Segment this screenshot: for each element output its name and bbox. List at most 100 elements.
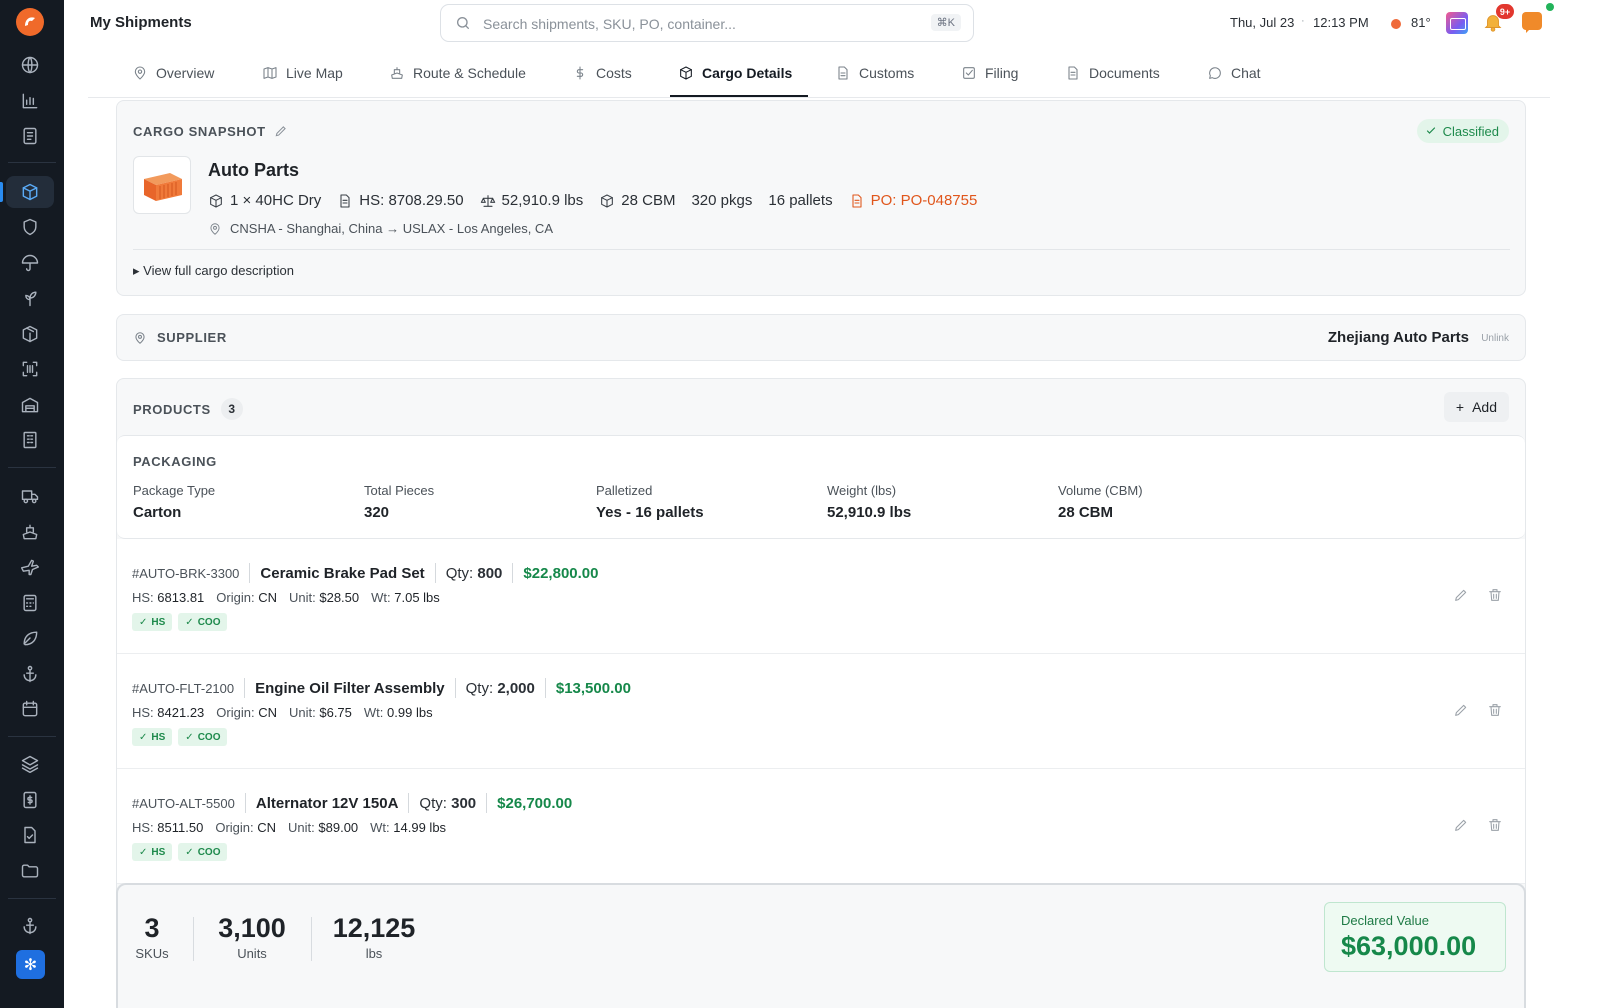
globe-icon[interactable] — [18, 53, 42, 77]
building-icon[interactable] — [18, 428, 42, 452]
cargo-route: CNSHA - Shanghai, China → USLAX - Los An… — [208, 221, 553, 236]
tag-label: COO — [197, 616, 221, 628]
hs-verified-tag: ✓ HS — [132, 728, 173, 746]
product-summary: #AUTO-FLT-2100 Engine Oil Filter Assembl… — [132, 678, 631, 698]
unit-count-stat: 3,100 Units — [214, 913, 290, 961]
supplier-header: SUPPLIER — [133, 330, 227, 345]
wt-label: Wt: — [370, 820, 390, 835]
po-value: PO: PO-048755 — [870, 192, 978, 209]
separator — [408, 793, 410, 813]
tab-costs[interactable]: Costs — [572, 48, 632, 97]
product-total: $13,500.00 — [555, 679, 631, 697]
qty-label: Qty: — [419, 794, 447, 812]
folder-icon[interactable] — [18, 859, 42, 883]
search-input[interactable] — [483, 13, 913, 35]
product-name: Engine Oil Filter Assembly — [255, 679, 445, 697]
unlink-button[interactable]: Unlink — [1481, 333, 1509, 344]
list-document-icon[interactable] — [18, 124, 42, 148]
package-icon — [680, 65, 692, 80]
edit-pencil-icon[interactable] — [1453, 702, 1469, 718]
hs-value: HS: 8708.29.50 — [359, 192, 464, 209]
assistant-button[interactable]: ✻ — [16, 950, 45, 979]
calculator-icon[interactable] — [18, 591, 42, 615]
tab-route-schedule[interactable]: Route & Schedule — [389, 48, 526, 97]
shield-icon[interactable] — [18, 215, 42, 239]
search-box[interactable]: ⌘K — [440, 4, 974, 42]
tag-label: HS — [151, 731, 166, 743]
scan-barcode-icon[interactable] — [18, 357, 42, 381]
search-icon — [457, 17, 469, 29]
trash-icon[interactable] — [1487, 817, 1503, 833]
tab-cargo-details[interactable]: Cargo Details — [678, 48, 792, 97]
tab-documents[interactable]: Documents — [1065, 48, 1160, 97]
field-value: 320 — [364, 504, 390, 521]
wt-value: 7.05 lbs — [394, 590, 440, 605]
weight-value: 52,910.9 lbs — [501, 192, 584, 209]
product-origin: Origin: CN — [216, 590, 277, 605]
container-icon[interactable] — [18, 180, 42, 204]
anchor-icon[interactable] — [18, 662, 42, 686]
boxes-icon[interactable] — [18, 322, 42, 346]
field-label: Volume (CBM) — [1058, 483, 1143, 498]
truck-icon[interactable] — [18, 484, 42, 508]
sprout-icon[interactable] — [18, 286, 42, 310]
hs-code: HS: 8708.29.50 — [337, 192, 464, 209]
product-weight: Wt: 14.99 lbs — [370, 820, 446, 835]
separator — [244, 793, 246, 813]
trash-icon[interactable] — [1487, 587, 1503, 603]
invoice-icon[interactable] — [18, 788, 42, 812]
origin-value: CN — [258, 590, 277, 605]
separator — [244, 678, 246, 698]
calendar-icon[interactable] — [18, 697, 42, 721]
product-name: Ceramic Brake Pad Set — [260, 564, 425, 582]
product-weight: Wt: 7.05 lbs — [371, 590, 440, 605]
check-icon: ✓ — [139, 846, 148, 858]
check-icon: ✓ — [185, 731, 194, 743]
supplier-card: SUPPLIER Zhejiang Auto Parts Unlink — [116, 314, 1526, 361]
umbrella-icon[interactable] — [18, 251, 42, 275]
tab-customs[interactable]: Customs — [835, 48, 914, 97]
add-product-button[interactable]: + Add — [1443, 392, 1509, 422]
container-value: 1 × 40HC Dry — [230, 192, 322, 209]
field-value: 52,910.9 lbs — [827, 504, 912, 521]
tab-overview[interactable]: Overview — [132, 48, 214, 97]
pallet-count: 16 pallets — [768, 192, 833, 209]
edit-pencil-icon[interactable] — [1453, 587, 1469, 603]
qty-value: 2,000 — [497, 679, 535, 697]
tab-label: Chat — [1231, 64, 1261, 81]
check-icon: ✓ — [139, 616, 148, 628]
check-icon — [1426, 127, 1435, 134]
leaf-icon[interactable] — [18, 626, 42, 650]
tag-label: COO — [197, 846, 221, 858]
supplier-label: SUPPLIER — [157, 330, 227, 345]
product-tags: ✓ HS ✓ COO — [132, 613, 228, 631]
edit-pencil-icon[interactable] — [1453, 817, 1469, 833]
view-full-description-toggle[interactable]: ▸ View full cargo description — [133, 263, 294, 279]
anchor-icon[interactable] — [18, 914, 42, 938]
messages-icon[interactable] — [1522, 12, 1542, 33]
calendar-app-icon[interactable] — [1446, 12, 1468, 34]
map-pin-icon — [135, 331, 145, 344]
trash-icon[interactable] — [1487, 702, 1503, 718]
product-origin: Origin: CN — [216, 705, 277, 720]
app-logo[interactable] — [16, 8, 44, 36]
unit-label: Unit: — [288, 820, 315, 835]
tab-live-map[interactable]: Live Map — [262, 48, 343, 97]
tab-chat[interactable]: Chat — [1207, 48, 1261, 97]
product-row: #AUTO-FLT-2100 Engine Oil Filter Assembl… — [117, 654, 1525, 769]
product-row: #AUTO-BRK-3300 Ceramic Brake Pad Set Qty… — [117, 539, 1525, 654]
plane-icon[interactable] — [18, 555, 42, 579]
edit-pencil-icon[interactable] — [274, 124, 288, 138]
wt-label: Wt: — [371, 590, 391, 605]
field-label: Package Type — [133, 483, 216, 498]
file-check-icon[interactable] — [18, 823, 42, 847]
sidebar: ✻ — [0, 0, 64, 1008]
row-actions — [1453, 817, 1503, 833]
tab-filing[interactable]: Filing — [961, 48, 1018, 97]
separator — [311, 917, 312, 961]
ship-icon[interactable] — [18, 520, 42, 544]
po-link[interactable]: PO: PO-048755 — [849, 192, 978, 209]
bar-chart-icon[interactable] — [18, 89, 42, 113]
layers-icon[interactable] — [18, 752, 42, 776]
warehouse-icon[interactable] — [18, 393, 42, 417]
